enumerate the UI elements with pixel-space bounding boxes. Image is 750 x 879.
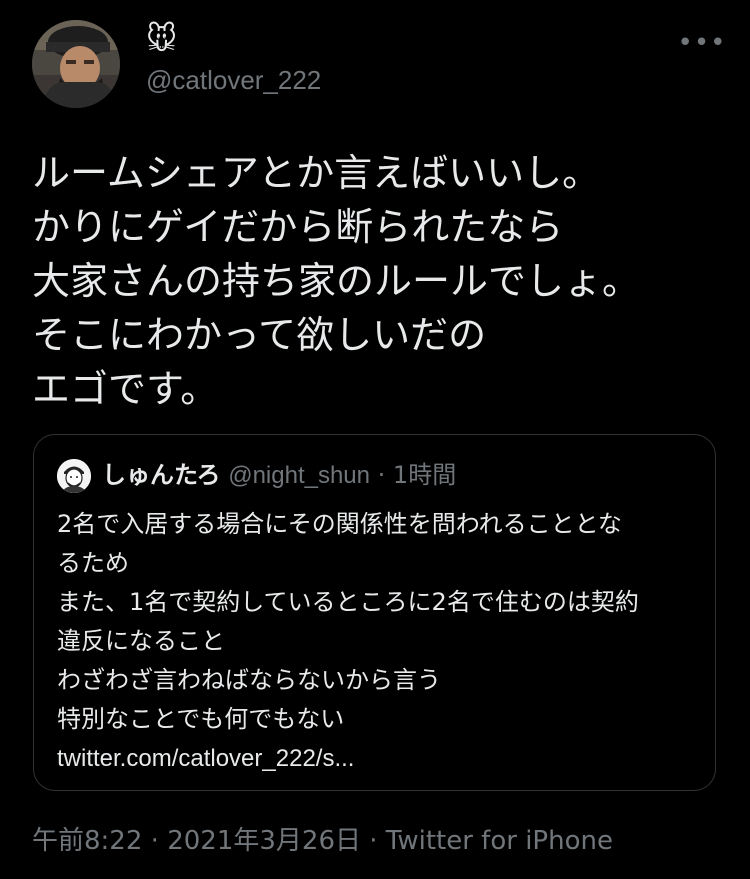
tweet-date[interactable]: 2021年3月26日: [167, 826, 361, 856]
quoted-separator: ·: [377, 461, 386, 489]
author-handle[interactable]: @catlover_222: [146, 62, 321, 98]
display-name[interactable]: 🐭: [146, 20, 177, 60]
tweet-text-line: ルームシェアとか言えばいいし。: [32, 151, 601, 195]
quoted-user-avatar[interactable]: [57, 459, 91, 493]
tweet-text-line: かりにゲイだから断られたなら: [32, 205, 564, 249]
quoted-text-line: また、1名で契約しているところに2名で住むのは契約: [57, 588, 639, 616]
tweet-text: ルームシェアとか言えばいいし。 かりにゲイだから断られたなら 大家さんの持ち家の…: [32, 146, 722, 416]
meta-separator: ·: [150, 826, 159, 856]
quoted-text-line: 違反になること: [57, 627, 225, 655]
tweet-metadata: 午前8:22 · 2021年3月26日 · Twitter for iPhone: [32, 822, 613, 860]
meta-separator: ·: [369, 826, 378, 856]
quoted-tweet-text: 2名で入居する場合にその関係性を問われることとな るため また、1名で契約してい…: [57, 505, 697, 778]
tweet-source[interactable]: Twitter for iPhone: [386, 826, 613, 856]
avatar-photo: [32, 20, 120, 108]
quoted-text-line: 2名で入居する場合にその関係性を問われることとな: [57, 510, 622, 538]
more-horizontal-icon: •••: [677, 28, 727, 58]
tweet-time[interactable]: 午前8:22: [32, 826, 142, 856]
quoted-link[interactable]: twitter.com/catlover_222/s...: [57, 739, 697, 778]
tweet-text-line: そこにわかって欲しいだの: [32, 313, 487, 357]
quoted-text-line: わざわざ言わねばならないから言う: [57, 666, 441, 694]
quoted-display-name[interactable]: しゅんたろ: [102, 461, 221, 489]
quoted-handle[interactable]: @night_shun: [228, 462, 370, 489]
quoted-timestamp[interactable]: 1時間: [393, 461, 456, 489]
tweet-text-line: 大家さんの持ち家のルールでしょ。: [32, 259, 641, 303]
quoted-text-line: 特別なことでも何でもない: [57, 705, 345, 733]
quoted-avatar-drawing: [57, 459, 91, 493]
tweet-text-line: エゴです。: [32, 367, 219, 411]
more-options-button[interactable]: •••: [678, 28, 726, 58]
quoted-tweet-header: しゅんたろ @night_shun · 1時間: [102, 457, 456, 494]
avatar[interactable]: [32, 20, 120, 108]
quoted-tweet-card[interactable]: しゅんたろ @night_shun · 1時間 2名で入居する場合にその関係性を…: [33, 434, 716, 791]
quoted-text-line: るため: [57, 549, 129, 577]
